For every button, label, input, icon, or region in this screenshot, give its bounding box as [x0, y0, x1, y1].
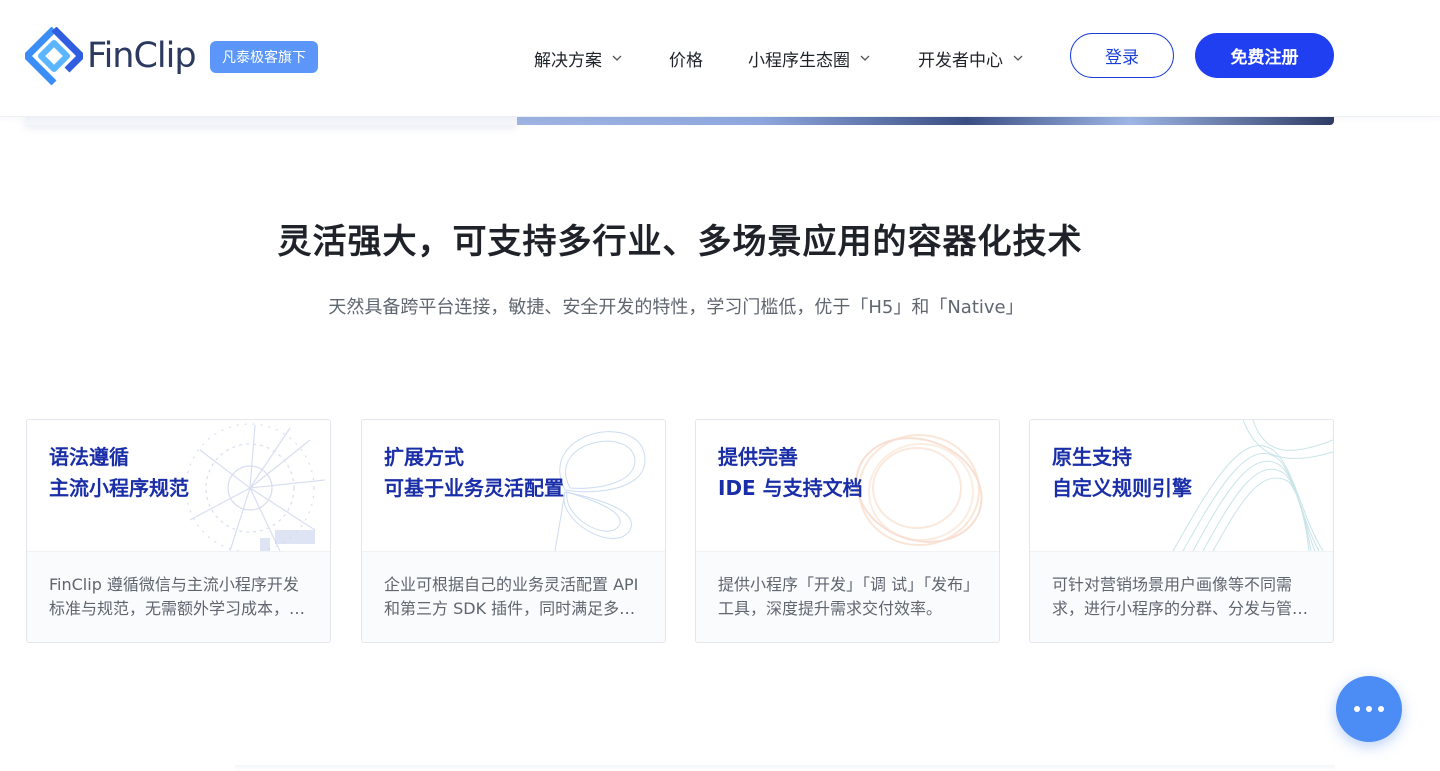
chat-fab-button[interactable]: [1336, 676, 1402, 742]
more-dots-icon: [1378, 706, 1384, 712]
chevron-down-icon: [860, 55, 870, 61]
card-title-line1: 原生支持: [1052, 445, 1132, 469]
chevron-down-icon: [1013, 55, 1023, 61]
card-title-line2: 可基于业务灵活配置: [384, 476, 564, 500]
login-button[interactable]: 登录: [1070, 33, 1174, 78]
logo-badge: 凡泰极客旗下: [210, 41, 318, 73]
feature-card-ide[interactable]: 提供完善 IDE 与支持文档 提供小程序「开发」「调 试」「发布」工具，深度提升…: [695, 419, 1000, 643]
card-title-line1: 扩展方式: [384, 445, 464, 469]
chevron-down-icon: [612, 55, 622, 61]
signup-button[interactable]: 免费注册: [1195, 33, 1334, 78]
feature-card-rule-engine[interactable]: 原生支持 自定义规则引擎 可针对营销场景用户画像等不同需求，进行小程序的分群、分…: [1029, 419, 1334, 643]
section-title: 灵活强大，可支持多行业、多场景应用的容器化技术: [277, 222, 1083, 262]
nav-item-label: 开发者中心: [918, 50, 1003, 71]
card-title: 原生支持 自定义规则引擎: [1052, 442, 1192, 504]
section-subtitle: 天然具备跨平台连接，敏捷、安全开发的特性，学习门槛低，优于「H5」和「Nativ…: [328, 297, 1024, 318]
nav-item-solutions[interactable]: 解决方案: [534, 44, 622, 72]
card-title: 提供完善 IDE 与支持文档: [718, 442, 863, 504]
card-description: 可针对营销场景用户画像等不同需求，进行小程序的分群、分发与管理。: [1052, 575, 1293, 618]
nav-item-developer-center[interactable]: 开发者中心: [918, 44, 1023, 72]
nav-item-label: 价格: [669, 50, 703, 71]
feature-card-syntax[interactable]: 语法遵循 主流小程序规范 FinClip 遵循微信与主流小程序开发标准与规范，无…: [26, 419, 331, 643]
next-section-edge: [235, 765, 1335, 771]
banner-image-edge: [517, 117, 1334, 125]
feature-card-extension[interactable]: 扩展方式 可基于业务灵活配置 企业可根据自己的业务灵活配置 API 和第三方 S…: [361, 419, 666, 643]
card-title: 扩展方式 可基于业务灵活配置: [384, 442, 564, 504]
card-title: 语法遵循 主流小程序规范: [49, 442, 189, 504]
more-dots-icon: [1366, 706, 1372, 712]
card-title-line1: 语法遵循: [49, 445, 129, 469]
finclip-logo-icon: [25, 27, 83, 85]
logo-text: FinClip: [87, 36, 197, 76]
site-header: FinClip 凡泰极客旗下 解决方案 价格 小程序生态圈 开发者中心 登录 免…: [0, 0, 1440, 117]
nav-item-label: 小程序生态圈: [748, 50, 850, 71]
nav-item-pricing[interactable]: 价格: [669, 44, 703, 72]
finclip-logo[interactable]: FinClip 凡泰极客旗下: [25, 27, 318, 85]
card-title-line2: 主流小程序规范: [49, 476, 189, 500]
card-description: 提供小程序「开发」「调 试」「发布」工具，深度提升需求交付效率。: [718, 575, 980, 618]
card-description: 企业可根据自己的业务灵活配置 API 和第三方 SDK 插件，同时满足多样化的业…: [384, 575, 639, 618]
nav-item-label: 解决方案: [534, 50, 602, 71]
nav-item-ecosystem[interactable]: 小程序生态圈: [748, 44, 870, 72]
card-description: FinClip 遵循微信与主流小程序开发标准与规范，无需额外学习成本，即可快速上…: [49, 575, 306, 618]
card-title-line1: 提供完善: [718, 445, 798, 469]
more-dots-icon: [1354, 706, 1360, 712]
card-title-line2: 自定义规则引擎: [1052, 476, 1192, 500]
card-title-line2: IDE 与支持文档: [718, 476, 863, 500]
banner-edge-left: [25, 117, 517, 125]
